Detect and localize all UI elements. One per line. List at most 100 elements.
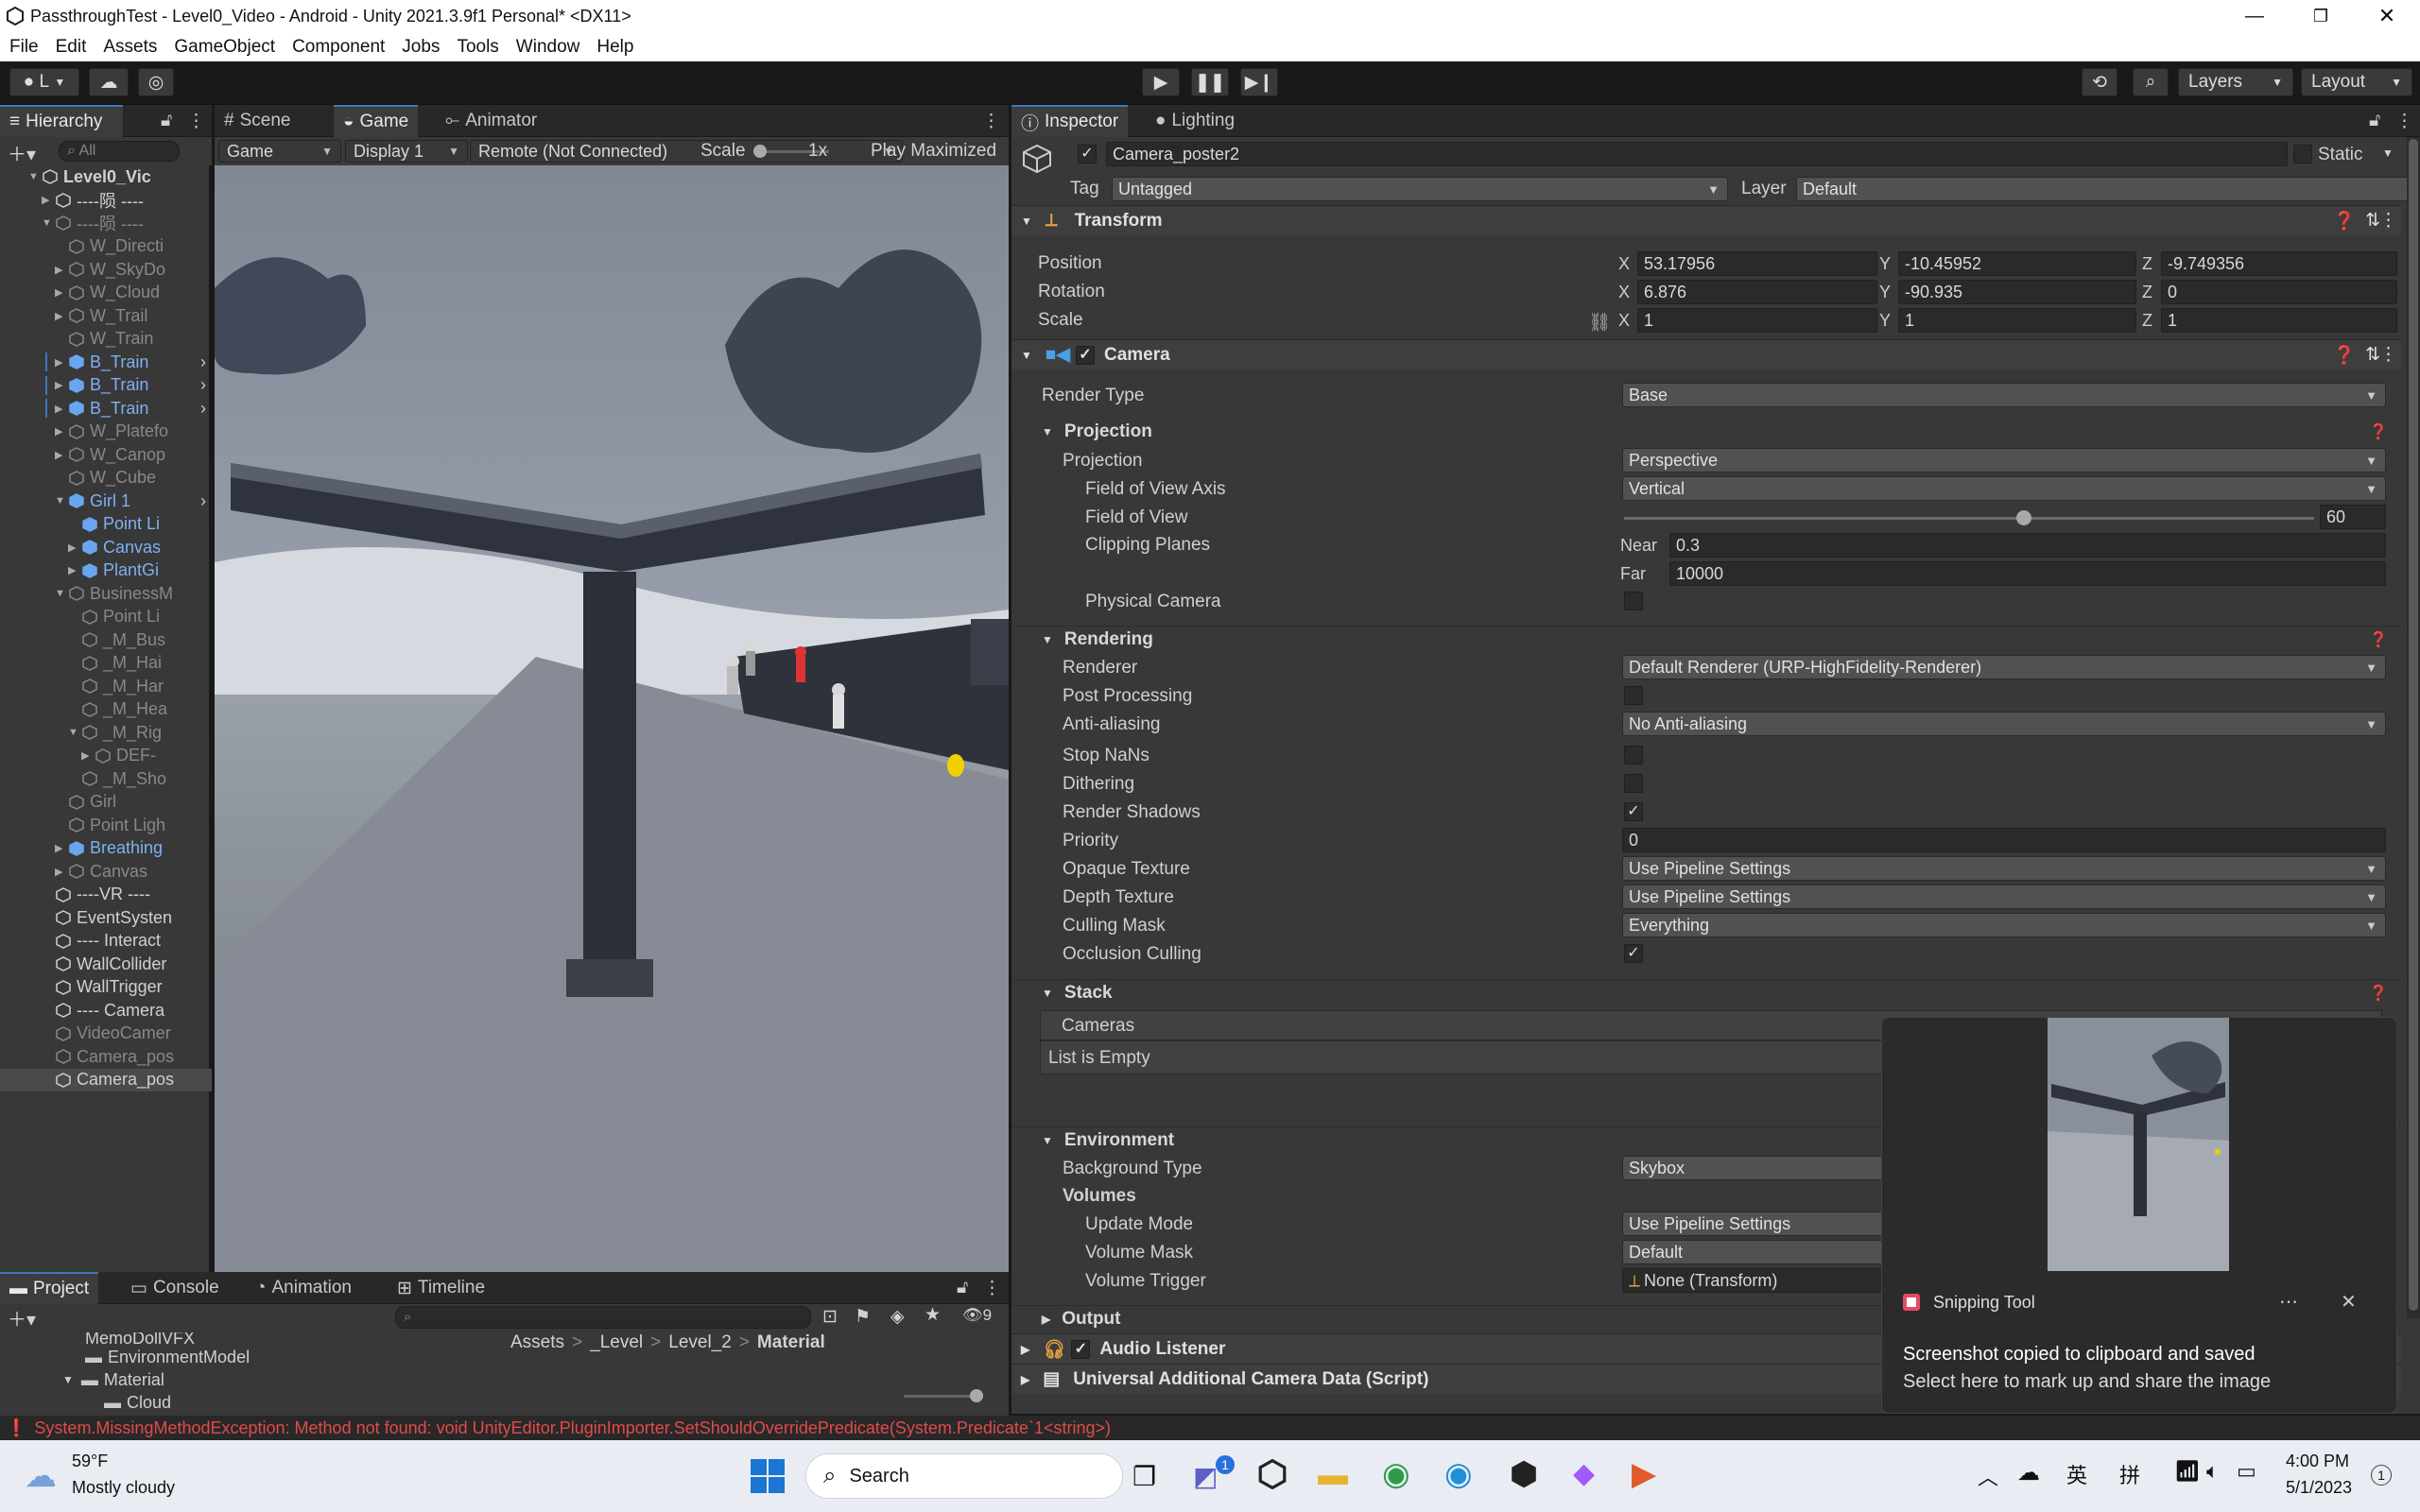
collapse-icon[interactable]: ▼ (55, 588, 68, 599)
hierarchy-item[interactable]: ▶ W_Trail (0, 304, 212, 327)
hierarchy-item[interactable]: Point Ligh (0, 814, 212, 836)
hierarchy-item[interactable]: WallCollider (0, 953, 212, 975)
physical-camera-checkbox[interactable] (1624, 592, 1643, 610)
stop-nans-checkbox[interactable] (1624, 746, 1643, 765)
menu-tools[interactable]: Tools (457, 37, 498, 58)
layout-dropdown[interactable]: Layout ▼ (2301, 68, 2412, 96)
more-icon[interactable]: ⋮ (2379, 210, 2397, 232)
hierarchy-item[interactable]: ▶ B_Train › (0, 397, 212, 420)
lock-icon[interactable]: 🔓︎ (161, 111, 172, 131)
filter-label-icon[interactable]: ⚑ (855, 1306, 871, 1328)
hierarchy-item[interactable]: W_Directi (0, 235, 212, 258)
render-type-dropdown[interactable]: Base ▼ (1622, 383, 2386, 407)
expand-icon[interactable]: ▶ (55, 449, 68, 461)
transform-header[interactable]: ▼ ⟂ Transform ❓ ⇅ ⋮ (1011, 205, 2401, 235)
tab-hierarchy[interactable]: ≡ Hierarchy (0, 105, 123, 137)
hierarchy-item[interactable]: ▶ DEF- (0, 745, 212, 767)
tab-project[interactable]: ▬ Project (0, 1272, 99, 1304)
static-dropdown-icon[interactable]: ▼ (2382, 146, 2394, 160)
menu-file[interactable]: File (9, 37, 39, 58)
tab-console[interactable]: ▭ Console (121, 1272, 229, 1304)
layer-dropdown[interactable]: Default▼ (1796, 177, 2420, 201)
hierarchy-item[interactable]: Girl (0, 791, 212, 814)
open-prefab-icon[interactable]: › (200, 399, 206, 419)
expand-icon[interactable]: ▶ (55, 286, 68, 299)
breadcrumb-item[interactable]: Assets (510, 1332, 564, 1353)
step-button[interactable]: ▶❙ (1240, 68, 1278, 96)
collapse-icon[interactable]: ▼ (42, 217, 55, 229)
fov-slider[interactable] (1624, 510, 2314, 525)
lock-icon[interactable]: 🔓︎ (957, 1278, 968, 1298)
close-window-icon[interactable]: ✕ (2354, 4, 2420, 28)
hierarchy-item[interactable]: ---- Interact (0, 930, 212, 953)
camera-header[interactable]: ▼ ■◀ ✓ Camera ❓ ⇅ ⋮ (1011, 339, 2401, 369)
onedrive-icon[interactable]: ☁ (2017, 1459, 2040, 1486)
camera-enabled-checkbox[interactable]: ✓ (1075, 345, 1095, 365)
menu-assets[interactable]: Assets (103, 37, 157, 58)
hierarchy-item[interactable]: ▼ BusinessM (0, 582, 212, 605)
audio-listener-checkbox[interactable]: ✓ (1071, 1339, 1091, 1359)
close-icon[interactable]: ✕ (2341, 1290, 2357, 1314)
more-icon[interactable]: ⋮ (982, 111, 1000, 132)
hidden-count[interactable]: 👁︎9 (962, 1306, 992, 1325)
expand-icon[interactable]: ▶ (55, 379, 68, 391)
renderer-dropdown[interactable]: Default Renderer (URP-HighFidelity-Rende… (1622, 655, 2386, 679)
hierarchy-search-input[interactable]: ⌕ All (59, 141, 180, 162)
account-dropdown[interactable]: ● L ▼ (9, 68, 79, 96)
start-button[interactable] (751, 1459, 785, 1493)
rotation-x-field[interactable]: 6.876 (1637, 280, 1877, 304)
tab-lighting[interactable]: ● Lighting (1146, 105, 1244, 137)
tab-game[interactable]: ◒ Game (334, 105, 419, 137)
more-icon[interactable]: ⋮ (2395, 111, 2413, 132)
collapse-icon[interactable]: ▼ (55, 495, 68, 507)
rotation-y-field[interactable]: -90.935 (1898, 280, 2136, 304)
hierarchy-item[interactable]: _M_Hai (0, 652, 212, 675)
minimize-icon[interactable]: — (2221, 6, 2288, 27)
more-icon[interactable]: ⋮ (2379, 344, 2397, 366)
tab-animation[interactable]: ◔ Animation (246, 1272, 361, 1304)
unity-editor-icon[interactable] (1509, 1459, 1539, 1489)
position-y-field[interactable]: -10.45952 (1898, 251, 2136, 276)
hierarchy-item[interactable]: ▶ Breathing (0, 837, 212, 860)
taskbar-search[interactable]: ⌕ Search (805, 1453, 1123, 1499)
active-checkbox[interactable]: ✓ (1078, 145, 1097, 163)
hierarchy-item[interactable]: ▶ W_SkyDo (0, 258, 212, 281)
projection-dropdown[interactable]: Perspective ▼ (1622, 448, 2386, 472)
collapse-icon[interactable]: ▼ (28, 171, 42, 182)
weather-temp[interactable]: 59°F (72, 1452, 108, 1471)
help-icon[interactable]: ❓ (2369, 984, 2388, 1003)
figma-icon[interactable]: ◆ (1573, 1457, 1595, 1490)
play-button[interactable]: ▶ (1142, 68, 1180, 96)
render-shadows-checkbox[interactable]: ✓ (1624, 802, 1643, 821)
hierarchy-item[interactable]: Camera_pos (0, 1068, 212, 1091)
hierarchy-item[interactable]: ----VR ---- (0, 884, 212, 906)
project-search-input[interactable]: ⌕ (395, 1306, 811, 1329)
game-mode-dropdown[interactable]: Game ▼ (218, 140, 341, 163)
anti-aliasing-dropdown[interactable]: No Anti-aliasing ▼ (1622, 712, 2386, 736)
battery-icon[interactable]: ▭ (2237, 1459, 2256, 1484)
hierarchy-item[interactable]: ▼ Girl 1 › (0, 490, 212, 512)
hierarchy-item[interactable]: ▶ PlantGi (0, 559, 212, 582)
hierarchy-item[interactable]: WallTrigger (0, 976, 212, 999)
tab-animator[interactable]: ⟜ Animator (436, 105, 546, 137)
occlusion-culling-checkbox[interactable]: ✓ (1624, 944, 1643, 963)
hierarchy-item[interactable]: ▼ ----陨 ---- (0, 212, 212, 234)
task-view-icon[interactable]: ❐ (1132, 1461, 1156, 1492)
depth-texture-dropdown[interactable]: Use Pipeline Settings ▼ (1622, 885, 2386, 909)
expand-icon[interactable]: ▶ (55, 842, 68, 854)
help-icon[interactable]: ❓ (2369, 422, 2388, 441)
menu-jobs[interactable]: Jobs (402, 37, 440, 58)
inspector-scrollbar[interactable] (2407, 137, 2420, 1318)
chevron-up-icon[interactable]: ︿ (1978, 1461, 1998, 1491)
display-dropdown[interactable]: Display 1 ▼ (345, 140, 468, 163)
add-icon[interactable]: ＋▾ (8, 1304, 36, 1332)
hierarchy-item[interactable]: VideoCamer (0, 1022, 212, 1045)
restore-icon[interactable]: ❐ (2288, 7, 2354, 26)
fov-slider-thumb[interactable] (2016, 510, 2032, 525)
remote-dropdown[interactable]: Remote (Not Connected) ▼ (470, 140, 903, 163)
clock-date[interactable]: 5/1/2023 (2286, 1478, 2352, 1498)
weather-desc[interactable]: Mostly cloudy (72, 1478, 175, 1498)
hierarchy-item[interactable]: ▶ W_Platefo (0, 421, 212, 443)
list-item[interactable]: ▬ Cloud (0, 1391, 473, 1414)
ime-mode[interactable]: 拼 (2119, 1459, 2140, 1489)
